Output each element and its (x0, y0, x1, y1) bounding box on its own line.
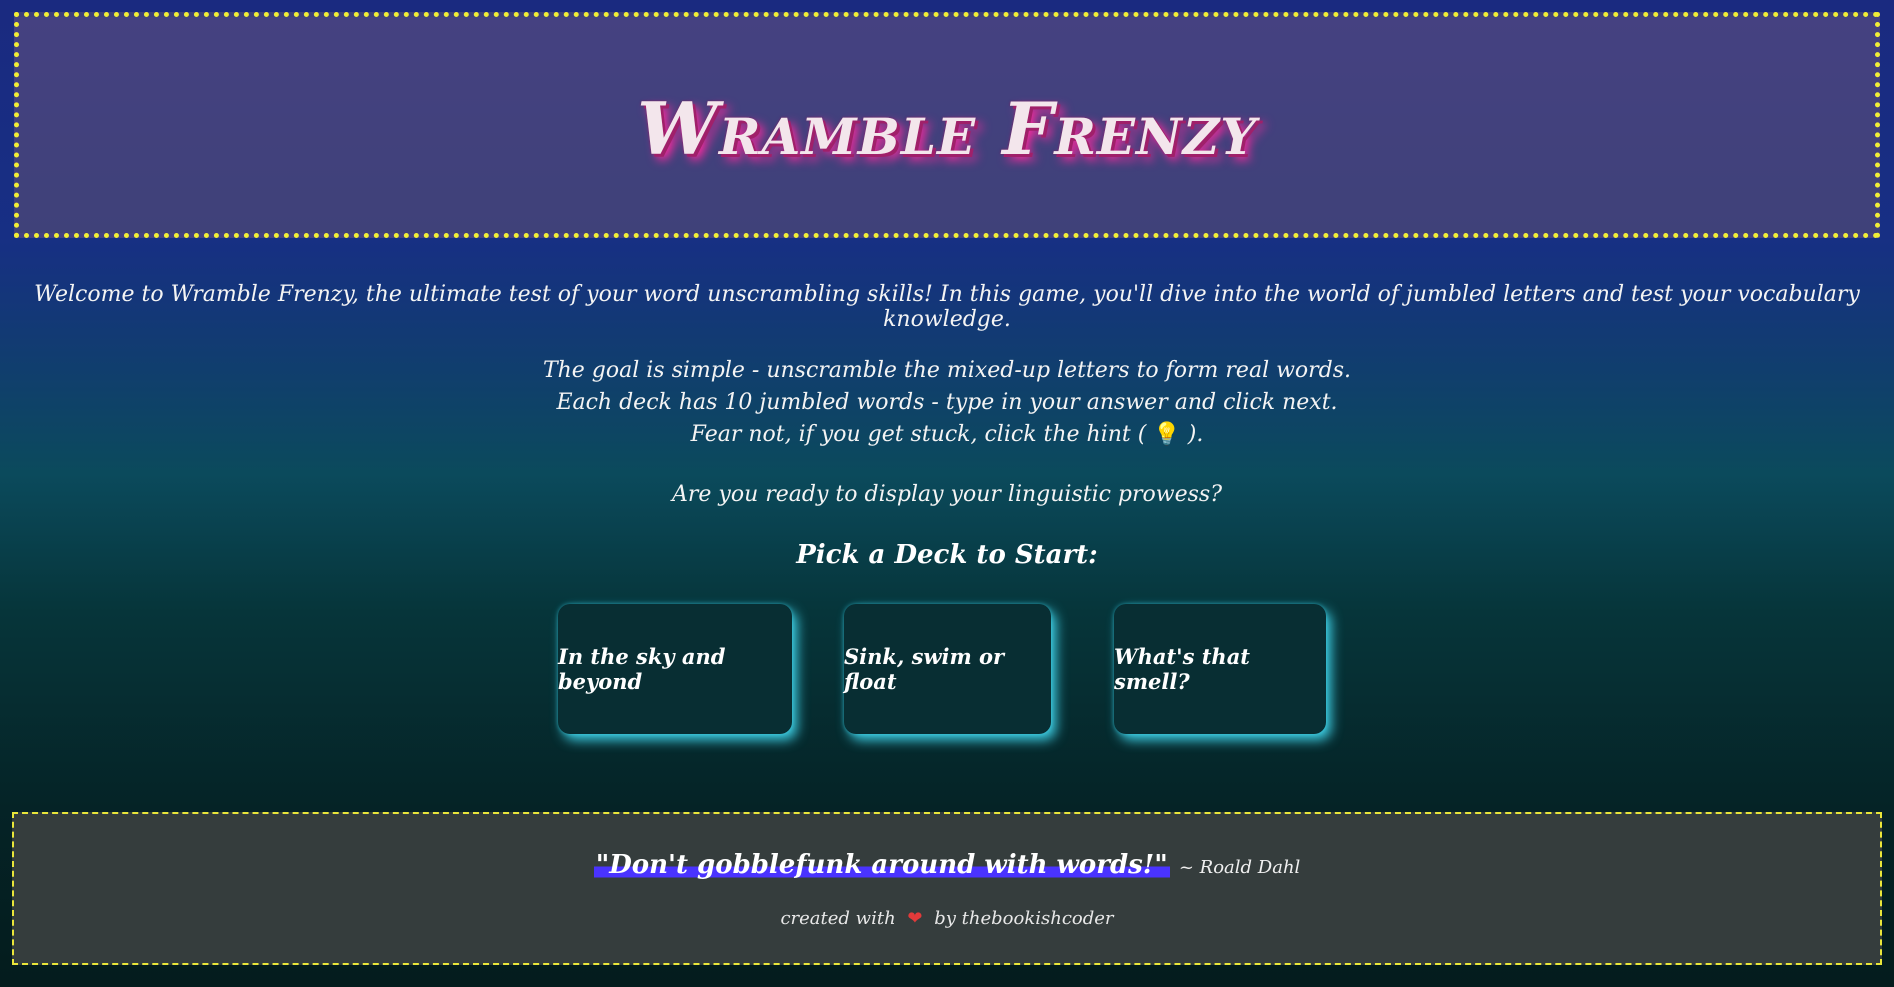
page-title: Wramble Frenzy (637, 85, 1257, 171)
header-banner: Wramble Frenzy (14, 12, 1880, 238)
rule-line-3-text: Fear not, if you get stuck, click the hi… (690, 422, 1147, 447)
pick-deck-heading: Pick a Deck to Start: (796, 540, 1098, 570)
deck-label: In the sky and beyond (558, 644, 726, 694)
rules-block: The goal is simple - unscramble the mixe… (0, 355, 1894, 451)
footer: "Don't gobblefunk around with words!" ~ … (12, 812, 1882, 965)
deck-button-swim[interactable]: Sink, swim or float (844, 604, 1051, 734)
welcome-text: Welcome to Wramble Frenzy, the ultimate … (34, 282, 1860, 332)
rule-line-3: Fear not, if you get stuck, click the hi… (0, 419, 1894, 451)
credit-text: created with (780, 908, 896, 929)
quote-line: "Don't gobblefunk around with words!" ~ … (14, 850, 1880, 880)
quote-text: "Don't gobblefunk around with words!" (593, 850, 1170, 880)
credit-line: created with ❤ by thebookishcoder (14, 908, 1880, 929)
rule-line-3-end: ). (1187, 422, 1204, 447)
deck-button-smell[interactable]: What's that smell? (1114, 604, 1326, 734)
lightbulb-icon: 💡 (1153, 422, 1181, 447)
quote-author: ~ Roald Dahl (1178, 857, 1301, 878)
deck-label: What's that smell? (1114, 644, 1250, 694)
ready-question: Are you ready to display your linguistic… (672, 482, 1222, 507)
deck-label: Sink, swim or float (844, 644, 1005, 694)
credit-author: by thebookishcoder (934, 908, 1114, 929)
rule-line-2: Each deck has 10 jumbled words - type in… (556, 390, 1338, 415)
deck-button-sky[interactable]: In the sky and beyond (558, 604, 792, 734)
heart-icon: ❤ (907, 908, 923, 929)
rule-line-1: The goal is simple - unscramble the mixe… (542, 358, 1352, 383)
